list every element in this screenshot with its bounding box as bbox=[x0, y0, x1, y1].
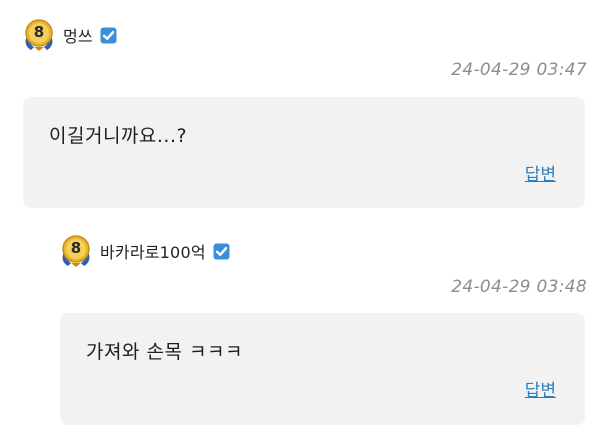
comment-timestamp: 24-04-29 03:47 bbox=[451, 60, 587, 80]
comment-text: 가져와 손목 ㅋㅋㅋ bbox=[86, 341, 243, 363]
level-medal-icon: 8 bbox=[23, 18, 55, 52]
comment-author-row: 8 바카라로100억 bbox=[60, 234, 230, 268]
comment-text: 이길거니까요...? bbox=[49, 125, 188, 147]
author-name[interactable]: 바카라로100억 bbox=[100, 239, 206, 263]
comment-bubble: 가져와 손목 ㅋㅋㅋ 답변 bbox=[60, 313, 585, 425]
check-verified-icon bbox=[213, 243, 230, 259]
author-name[interactable]: 멍쓰 bbox=[63, 23, 93, 47]
check-verified-icon bbox=[100, 27, 117, 43]
level-number: 8 bbox=[33, 23, 45, 41]
reply-button[interactable]: 답변 bbox=[525, 376, 556, 401]
reply-button[interactable]: 답변 bbox=[525, 160, 556, 185]
level-number: 8 bbox=[70, 239, 82, 257]
comment-bubble: 이길거니까요...? 답변 bbox=[23, 97, 585, 208]
level-medal-icon: 8 bbox=[60, 234, 92, 268]
comment-timestamp: 24-04-29 03:48 bbox=[451, 277, 587, 297]
comment-author-row: 8 멍쓰 bbox=[23, 18, 117, 52]
